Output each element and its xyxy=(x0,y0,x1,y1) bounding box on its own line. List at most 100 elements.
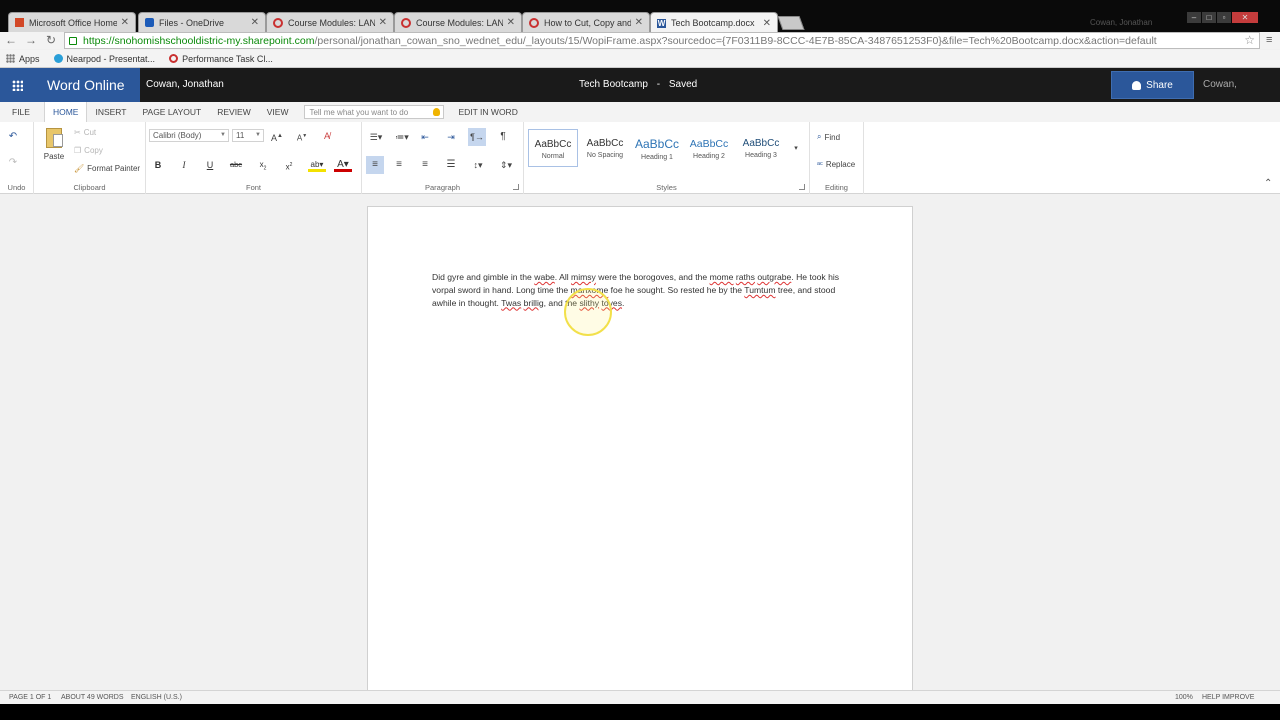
browser-tab[interactable]: Microsoft Office Home ✕ xyxy=(8,12,136,32)
bookmark-star-icon[interactable]: ☆ xyxy=(1244,33,1255,47)
tab-view[interactable]: VIEW xyxy=(259,102,297,122)
tab-insert[interactable]: INSERT xyxy=(87,102,134,122)
style-no-spacing[interactable]: AaBbCc No Spacing xyxy=(580,129,630,167)
tab-page-layout[interactable]: PAGE LAYOUT xyxy=(134,102,209,122)
bullets-icon[interactable]: ☰▾ xyxy=(366,130,386,144)
close-icon[interactable]: ✕ xyxy=(251,17,259,28)
subscript-icon[interactable]: x2 xyxy=(256,158,270,172)
misspelled-word[interactable]: mome xyxy=(710,272,734,282)
back-icon[interactable]: ← xyxy=(4,33,18,47)
align-right-icon[interactable]: ≡ xyxy=(418,158,432,172)
zoom-level[interactable]: 100% xyxy=(1175,691,1193,704)
align-left-icon[interactable]: ≡ xyxy=(366,156,384,174)
paragraph-mark-icon[interactable]: ¶ xyxy=(496,130,510,144)
align-center-icon[interactable]: ≡ xyxy=(392,158,406,172)
maximize-icon[interactable]: □ xyxy=(1202,12,1216,23)
close-window-icon[interactable]: ✕ xyxy=(1232,12,1258,23)
share-button[interactable]: Share xyxy=(1111,71,1194,99)
grow-font-icon[interactable]: A▲ xyxy=(270,129,284,145)
tab-home[interactable]: HOME xyxy=(43,102,88,122)
app-brand[interactable]: Word Online xyxy=(34,68,140,102)
cut-button[interactable]: ✂ Cut xyxy=(74,128,96,137)
misspelled-word[interactable]: raths xyxy=(736,272,755,282)
tab-review[interactable]: REVIEW xyxy=(209,102,259,122)
paragraph-spacing-icon[interactable]: ⇕▾ xyxy=(496,158,516,172)
line-spacing-icon[interactable]: ↕▾ xyxy=(468,158,488,172)
browser-tab[interactable]: Files - OneDrive ✕ xyxy=(138,12,266,32)
style-heading-1[interactable]: AaBbCc Heading 1 xyxy=(632,129,682,167)
increase-indent-icon[interactable]: ⇥ xyxy=(444,130,458,144)
collapse-ribbon-icon[interactable]: ⌃ xyxy=(1264,178,1272,189)
close-icon[interactable]: ✕ xyxy=(635,17,643,28)
app-launcher-button[interactable] xyxy=(0,68,34,102)
justify-icon[interactable]: ☰ xyxy=(444,158,458,172)
document-title[interactable]: Tech Bootcamp - Saved xyxy=(579,68,697,102)
restore-icon[interactable]: ▫ xyxy=(1217,12,1231,23)
dialog-launcher-icon[interactable] xyxy=(799,184,805,190)
lock-icon xyxy=(69,36,77,45)
misspelled-word[interactable]: Tumtum xyxy=(744,285,775,295)
font-name-select[interactable]: Calibri (Body) ▼ xyxy=(149,129,229,142)
url-field[interactable]: https:// snohomishschooldistric-my.share… xyxy=(64,32,1260,49)
strikethrough-icon[interactable]: abc xyxy=(229,158,243,172)
style-heading-3[interactable]: AaBbCc Heading 3 xyxy=(736,129,786,167)
document-page[interactable]: Did gyre and gimble in the wabe. All mim… xyxy=(367,206,913,706)
bookmark-performance-task[interactable]: Performance Task Cl... xyxy=(169,54,273,64)
underline-icon[interactable]: U xyxy=(203,158,217,172)
font-color-icon[interactable]: A▾ xyxy=(334,158,352,172)
dialog-launcher-icon[interactable] xyxy=(513,184,519,190)
superscript-icon[interactable]: x2 xyxy=(282,158,296,172)
bold-icon[interactable]: B xyxy=(151,158,165,172)
browser-tab[interactable]: Course Modules: LANGUA ✕ xyxy=(394,12,522,32)
find-button[interactable]: ⌕ Find xyxy=(817,132,840,142)
window-user-label: Cowan, Jonathan xyxy=(1090,18,1153,27)
ltr-direction-icon[interactable]: ¶→ xyxy=(468,128,486,146)
shrink-font-icon[interactable]: A▼ xyxy=(295,129,309,146)
italic-icon[interactable]: I xyxy=(177,158,191,172)
address-bar: ← → ↻ https:// snohomishschooldistric-my… xyxy=(0,32,1280,49)
owner-name[interactable]: Cowan, Jonathan xyxy=(146,68,224,102)
browser-tab-active[interactable]: W Tech Bootcamp.docx ✕ xyxy=(650,12,778,33)
clear-formatting-icon[interactable]: A̸ xyxy=(320,129,334,143)
style-name: Heading 1 xyxy=(641,154,673,161)
style-normal[interactable]: AaBbCc Normal xyxy=(528,129,578,167)
bookmark-nearpod[interactable]: Nearpod - Presentat... xyxy=(53,54,155,64)
browser-tab[interactable]: Course Modules: LANGUA ✕ xyxy=(266,12,394,32)
new-tab-button[interactable] xyxy=(777,16,805,30)
word-icon: W xyxy=(657,18,666,28)
misspelled-word[interactable]: outgrabe xyxy=(757,272,791,282)
redo-icon[interactable]: ↷ xyxy=(6,156,20,170)
minimize-icon[interactable]: – xyxy=(1187,12,1201,23)
language-indicator[interactable]: ENGLISH (U.S.) xyxy=(131,691,182,704)
tab-file[interactable]: FILE xyxy=(0,102,44,122)
styles-more-icon[interactable]: ▾ xyxy=(790,142,802,156)
document-paragraph[interactable]: Did gyre and gimble in the wabe. All mim… xyxy=(432,271,852,309)
misspelled-word[interactable]: wabe xyxy=(534,272,555,282)
format-painter-button[interactable]: 🖌 Format Painter xyxy=(74,164,140,173)
highlight-color-icon[interactable]: ab▾ xyxy=(308,158,326,172)
close-icon[interactable]: ✕ xyxy=(121,17,129,28)
forward-icon[interactable]: → xyxy=(24,33,38,47)
browser-menu-icon[interactable]: ≡ xyxy=(1266,34,1272,46)
reload-icon[interactable]: ↻ xyxy=(44,33,58,47)
paste-button[interactable]: Paste xyxy=(42,128,66,168)
misspelled-word[interactable]: brillig xyxy=(524,298,544,308)
replace-button[interactable]: ᵃᶜ Replace xyxy=(817,160,855,169)
misspelled-word[interactable]: Twas xyxy=(501,298,521,308)
style-heading-2[interactable]: AaBbCc Heading 2 xyxy=(684,129,734,167)
numbering-icon[interactable]: ≔▾ xyxy=(392,130,412,144)
bookmark-apps[interactable]: Apps xyxy=(6,54,40,64)
document-canvas: Did gyre and gimble in the wabe. All mim… xyxy=(0,194,1280,706)
decrease-indent-icon[interactable]: ⇤ xyxy=(418,130,432,144)
close-icon[interactable]: ✕ xyxy=(379,17,387,28)
close-icon[interactable]: ✕ xyxy=(763,18,771,29)
misspelled-word[interactable]: mimsy xyxy=(571,272,596,282)
undo-icon[interactable]: ↶ xyxy=(6,130,20,144)
browser-tab[interactable]: How to Cut, Copy and Pa ✕ xyxy=(522,12,650,32)
copy-button[interactable]: ❐ Copy xyxy=(74,146,103,155)
tell-me-input[interactable]: Tell me what you want to do xyxy=(304,105,445,119)
edit-in-word-button[interactable]: EDIT IN WORD xyxy=(450,102,525,122)
group-label: Font xyxy=(245,183,261,192)
close-icon[interactable]: ✕ xyxy=(507,17,515,28)
font-size-select[interactable]: 11 ▼ xyxy=(232,129,264,142)
